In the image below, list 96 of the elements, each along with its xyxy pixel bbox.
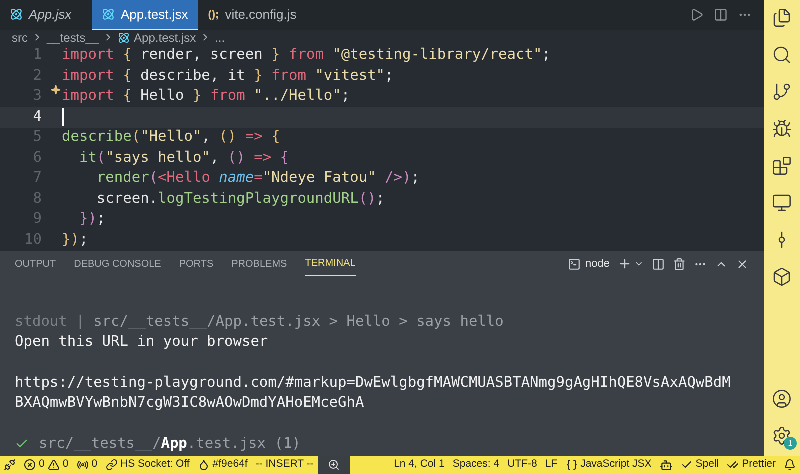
panel-tab[interactable]: OUTPUT	[15, 252, 56, 276]
status-item[interactable]: -- INSERT --	[252, 456, 318, 474]
code-line: });	[62, 230, 88, 250]
blocks-icon[interactable]	[772, 156, 792, 176]
prettier-button[interactable]: Prettier	[723, 456, 780, 474]
terminal-line: stdout | src/__tests__/App.test.jsx > Hello > says hello	[15, 312, 505, 332]
zoom-button[interactable]	[318, 456, 350, 474]
settings-icon[interactable]	[772, 426, 792, 446]
terminal-line: src/__tests__/App.test.jsx (1)	[39, 434, 301, 454]
spell-button[interactable]: Spell	[676, 456, 724, 474]
line-number: 10	[24, 230, 43, 250]
drop-icon	[198, 459, 210, 471]
line-number: 7	[32, 169, 43, 188]
ports-button[interactable]: 0	[72, 456, 102, 474]
panel-tab[interactable]: TERMINAL	[305, 252, 356, 276]
socket-button[interactable]: HS Socket: Off	[102, 456, 194, 474]
terminal-line: Open this URL in your browser	[15, 333, 270, 352]
spell-label: Spell	[696, 457, 720, 472]
code-line: import { Hello } from "../Hello";	[62, 87, 350, 106]
code-line: describe("Hello", () => {	[62, 128, 280, 147]
status-item[interactable]: Spaces: 4	[448, 456, 504, 474]
line-number: 4	[32, 108, 43, 126]
editor-tab[interactable]: App.jsx	[0, 0, 92, 30]
line-number: 1	[32, 46, 43, 65]
terminal-name[interactable]: node	[586, 256, 610, 272]
theme-color: #f9e64f	[212, 457, 248, 472]
account-icon[interactable]	[772, 389, 792, 409]
code-line: });	[78, 210, 106, 229]
line-number: 3	[32, 87, 43, 106]
braces-icon	[566, 459, 578, 471]
status-item[interactable]: Ln 4, Col 1	[390, 456, 449, 474]
code-line: it("says hello", () => {	[78, 148, 290, 168]
status-item[interactable]: UTF-8	[504, 456, 542, 474]
atom-icon	[102, 8, 115, 21]
code-line: import { describe, it } from "vitest";	[62, 66, 394, 86]
add-icon[interactable]	[618, 257, 632, 272]
sparkle-icon[interactable]	[51, 84, 61, 95]
bell-icon	[784, 459, 796, 471]
files-icon[interactable]	[772, 8, 792, 28]
notification-badge: 1	[784, 437, 797, 450]
code-line: screen.logTestingPlaygroundURL();	[96, 190, 386, 208]
editor-tab[interactable]: (); vite.config.js	[198, 0, 307, 30]
code-line: render(<Hello name="Ndeye Fatou" />);	[96, 169, 420, 188]
panel-tab[interactable]: PROBLEMS	[232, 252, 288, 276]
line-number: 6	[32, 148, 43, 168]
editor-tab[interactable]: App.test.jsx	[92, 0, 198, 30]
tab-label: vite.config.js	[225, 6, 297, 24]
warning-icon	[48, 459, 60, 471]
split-icon[interactable]	[714, 8, 728, 22]
run-icon[interactable]	[690, 8, 704, 22]
breadcrumb-item[interactable]: ...	[215, 28, 226, 47]
link-icon	[106, 459, 118, 471]
panel-tab[interactable]: PORTS	[179, 252, 214, 276]
terminal-line: BXAQmwBVYwBnbN7cgW3IC8wAOwDmdYAHoEMceGhA	[15, 394, 366, 414]
tab-label: App.jsx	[29, 6, 72, 24]
error-count: 0	[39, 457, 45, 472]
warning-count: 0	[62, 457, 69, 472]
atom-icon	[118, 32, 130, 44]
line-number: 8	[32, 190, 43, 208]
trash-icon[interactable]	[673, 258, 686, 271]
check-icon	[680, 459, 693, 471]
breadcrumb-item[interactable]: __tests__	[47, 28, 100, 47]
box-icon[interactable]	[772, 267, 792, 287]
text-cursor	[62, 108, 64, 126]
robot-icon	[660, 458, 673, 472]
socket-status: HS Socket: Off	[120, 457, 190, 472]
monitor-icon[interactable]	[772, 193, 792, 213]
theme-color-button[interactable]: #f9e64f	[194, 456, 252, 474]
problems-button[interactable]: 0 0	[20, 456, 73, 474]
prettier-label: Prettier	[742, 457, 776, 472]
language-button[interactable]: JavaScript JSX	[562, 456, 656, 474]
line-number: 9	[32, 210, 43, 229]
bug-icon[interactable]	[772, 119, 792, 139]
antenna-icon	[76, 459, 89, 471]
error-icon	[24, 459, 36, 471]
zoom-icon	[328, 459, 340, 471]
language-label: JavaScript JSX	[580, 457, 652, 472]
tab-label: App.test.jsx	[121, 6, 188, 24]
branch-icon[interactable]	[772, 82, 792, 102]
ports-count: 0	[92, 457, 98, 472]
js-icon: ();	[208, 6, 220, 24]
status-item[interactable]: LF	[541, 456, 562, 474]
terminal-line: https://testing-playground.com/#markup=DwEwlgbgfMAWCMUASBTANmg9gAgHIhQE8VsAxAQwBdM	[15, 374, 732, 393]
search-icon[interactable]	[772, 45, 792, 65]
code-line: import { render, screen } from "@testing-library/react";	[62, 46, 551, 65]
breadcrumb-item[interactable]: App.test.jsx	[134, 28, 196, 47]
split-icon[interactable]	[652, 258, 665, 271]
terminal-icon	[568, 258, 581, 271]
double-check-icon	[727, 459, 740, 471]
line-number: 2	[32, 66, 43, 86]
panel-tab[interactable]: DEBUG CONSOLE	[74, 252, 162, 276]
remote-icon	[4, 459, 16, 471]
breadcrumb-item[interactable]: src	[12, 28, 28, 47]
close-icon[interactable]	[736, 258, 749, 271]
atom-icon	[10, 8, 23, 22]
line-number: 5	[32, 128, 43, 147]
